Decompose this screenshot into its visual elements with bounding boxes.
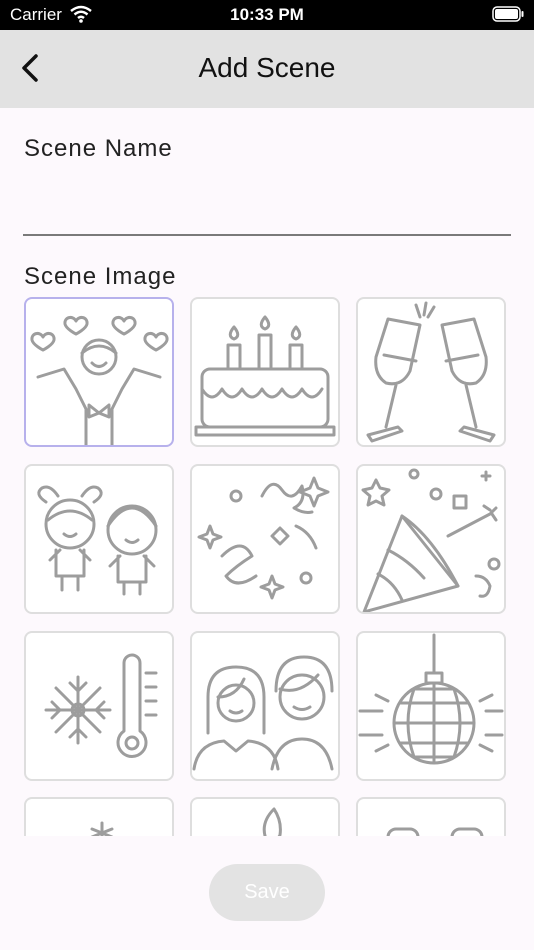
candle-icon [262, 807, 282, 836]
page-title: Add Scene [198, 52, 336, 83]
birthday-cake-icon [194, 315, 336, 437]
winter-temperature-icon [44, 653, 158, 758]
couple-icon [192, 655, 334, 771]
party-popper-icon [361, 468, 501, 612]
glasses-icon [386, 827, 484, 836]
scene-image-party-popper[interactable] [356, 464, 506, 614]
scene-image-winter-temperature[interactable] [24, 631, 174, 781]
scene-image-label: Scene Image [24, 263, 177, 290]
champagne-toast-icon [366, 301, 496, 443]
sparkle-icon [90, 821, 114, 836]
scene-image-confetti[interactable] [190, 464, 340, 614]
scene-image-birthday-cake[interactable] [190, 297, 340, 447]
scene-image-sparkle[interactable] [24, 797, 174, 836]
confetti-icon [197, 476, 330, 600]
footer: Save [0, 836, 534, 950]
scene-name-label: Scene Name [24, 135, 173, 162]
status-bar: Carrier 10:33 PM [0, 0, 534, 30]
scene-image-couple[interactable] [190, 631, 340, 781]
battery-icon [492, 6, 524, 27]
scene-name-input[interactable] [23, 176, 511, 236]
navigation-bar: Add Scene [0, 30, 534, 108]
scene-image-disco-ball[interactable] [356, 631, 506, 781]
scene-image-grid[interactable] [0, 294, 534, 836]
save-button[interactable]: Save [209, 864, 325, 921]
scene-image-kids[interactable] [24, 464, 174, 614]
celebration-hearts-icon [30, 315, 169, 445]
kids-icon [37, 485, 158, 596]
scene-image-glasses[interactable] [356, 797, 506, 836]
scene-image-celebration-hearts[interactable] [24, 297, 174, 447]
scene-image-candle[interactable] [190, 797, 340, 836]
disco-ball-icon [358, 633, 504, 765]
scene-image-champagne-toast[interactable] [356, 297, 506, 447]
clock: 10:33 PM [230, 5, 304, 24]
